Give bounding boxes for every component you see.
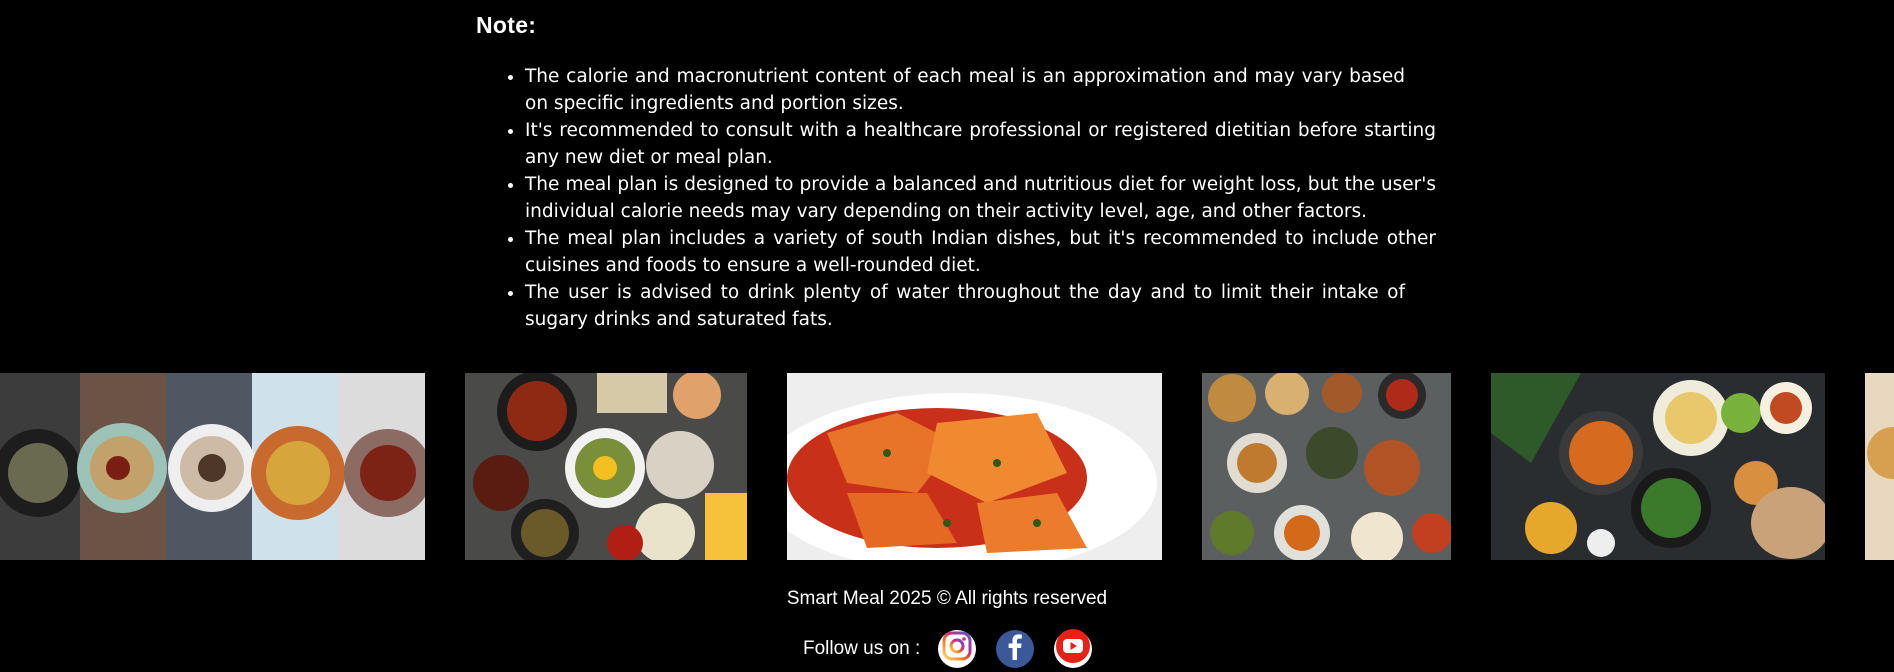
food-image-indian-spread: [1491, 373, 1825, 560]
food-gallery: [0, 373, 1894, 560]
youtube-icon: [1054, 627, 1092, 671]
facebook-link[interactable]: [996, 627, 1035, 671]
note-item: It's recommended to consult with a healt…: [525, 117, 1436, 171]
instagram-link[interactable]: [938, 630, 977, 668]
note-item: The user is advised to drink plenty of w…: [525, 279, 1405, 333]
food-image-asian-spread: [1202, 373, 1451, 560]
food-image-ravioli: [787, 373, 1162, 560]
facebook-icon: [996, 627, 1034, 671]
social-follow: Follow us on :: [803, 627, 1112, 671]
page: Note: The calorie and macronutrient cont…: [0, 0, 1894, 672]
food-image-assorted-bowls: [0, 373, 425, 560]
footer-copyright: Smart Meal 2025 © All rights reserved: [786, 588, 1108, 609]
food-image-partial: [1865, 373, 1894, 560]
note-item: The meal plan is designed to provide a b…: [525, 171, 1436, 225]
note-item: The calorie and macronutrient content of…: [525, 63, 1405, 117]
note-list: The calorie and macronutrient content of…: [476, 63, 1436, 333]
instagram-icon: [941, 630, 973, 668]
food-image-korean-spread: [465, 373, 747, 560]
note-title: Note:: [476, 12, 537, 38]
follow-label: Follow us on :: [803, 638, 921, 659]
note-section: Note: The calorie and macronutrient cont…: [476, 12, 1436, 333]
youtube-link[interactable]: [1054, 627, 1093, 671]
note-item: The meal plan includes a variety of sout…: [525, 225, 1436, 279]
